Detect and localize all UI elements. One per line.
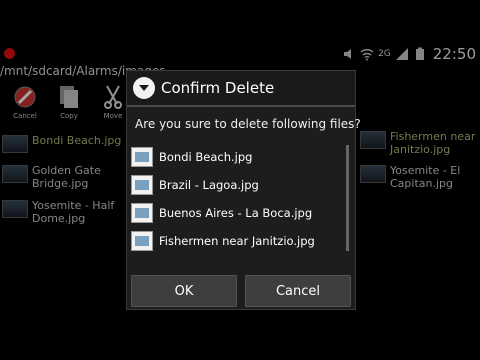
image-file-icon <box>131 147 153 167</box>
list-item: Fishermen near Janitzio.jpg <box>131 227 345 255</box>
list-item: Brazil - Lagoa.jpg <box>131 171 345 199</box>
dialog-title: Confirm Delete <box>161 79 275 97</box>
dialog-header: Confirm Delete <box>127 71 355 105</box>
cancel-dialog-button[interactable]: Cancel <box>245 275 351 307</box>
image-file-icon <box>131 203 153 223</box>
image-file-icon <box>131 231 153 251</box>
file-list[interactable]: Bondi Beach.jpg Brazil - Lagoa.jpg Bueno… <box>131 143 345 255</box>
list-item: Buenos Aires - La Boca.jpg <box>131 199 345 227</box>
confirm-delete-dialog: Confirm Delete Are you sure to delete fo… <box>126 70 361 310</box>
list-item-label: Brazil - Lagoa.jpg <box>159 178 259 192</box>
divider <box>127 105 355 107</box>
list-item-label: Bondi Beach.jpg <box>159 150 253 164</box>
dropdown-circle-icon <box>133 77 155 99</box>
image-file-icon <box>131 175 153 195</box>
scrollbar[interactable] <box>346 145 349 251</box>
list-item-label: Buenos Aires - La Boca.jpg <box>159 206 313 220</box>
list-item: Bondi Beach.jpg <box>131 143 345 171</box>
ok-button[interactable]: OK <box>131 275 237 307</box>
dialog-message: Are you sure to delete following files? <box>135 117 361 131</box>
list-item-label: Fishermen near Janitzio.jpg <box>159 234 315 248</box>
